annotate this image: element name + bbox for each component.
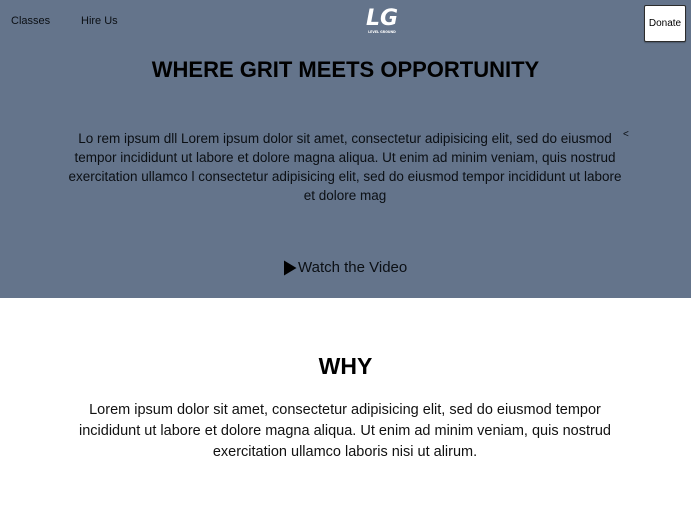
watch-video-link[interactable]: Watch the Video xyxy=(283,258,407,277)
play-icon xyxy=(284,260,297,275)
watch-video-label: Watch the Video xyxy=(298,259,408,276)
hero-section: Classes Hire Us LG LEVEL GROUND Donate W… xyxy=(0,0,691,298)
logo-subtext: LEVEL GROUND xyxy=(368,30,396,34)
nav-link-classes[interactable]: Classes xyxy=(11,14,50,28)
lg-logo-icon[interactable]: LG LEVEL GROUND xyxy=(363,4,401,36)
hero-title: WHERE GRIT MEETS OPPORTUNITY xyxy=(151,57,540,82)
nav-link-hire-us[interactable]: Hire Us xyxy=(81,14,118,28)
hero-description: Lo rem ipsum dll Lorem ipsum dolor sit a… xyxy=(68,131,622,203)
donate-button[interactable]: Donate xyxy=(644,5,686,42)
why-description: Lorem ipsum dolor sit amet, consectetur … xyxy=(79,402,611,460)
logo-mark-text: LG xyxy=(366,6,398,31)
page: Classes Hire Us LG LEVEL GROUND Donate W… xyxy=(0,0,691,517)
why-title: WHY xyxy=(318,353,373,379)
hero-caret-mark: < xyxy=(623,129,629,140)
